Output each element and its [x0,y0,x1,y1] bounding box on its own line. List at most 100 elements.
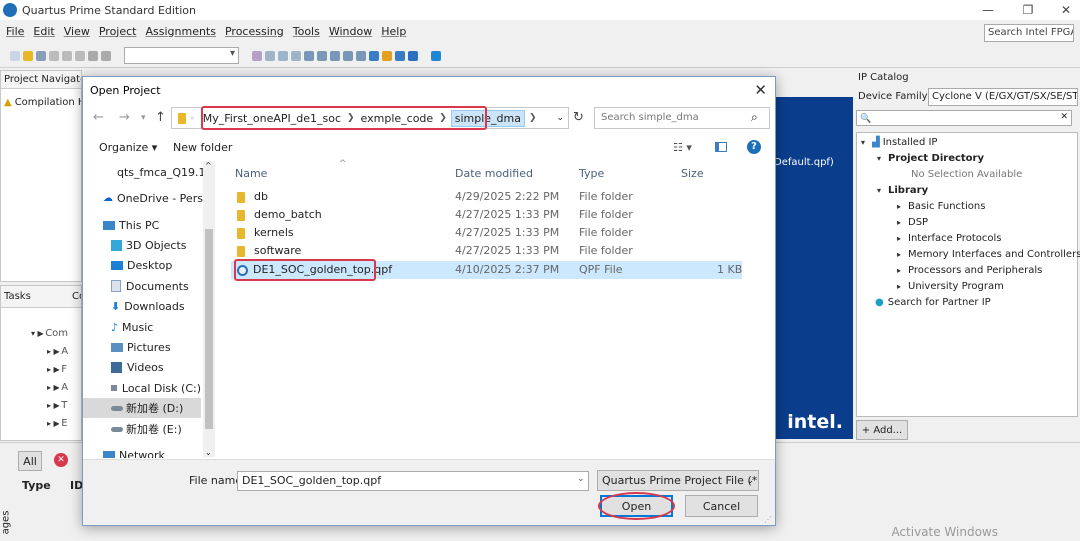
compile-icon[interactable] [252,50,262,61]
compilation-hierarchy-item[interactable]: ▲ Compilation H [4,93,81,111]
address-dropdown-icon[interactable]: ⌄ [556,113,564,123]
platform-designer-icon[interactable] [408,50,418,61]
menu-view[interactable]: View [64,25,90,38]
programmer-icon[interactable] [382,50,392,61]
tree-item-interface-protocols[interactable]: ▸ Interface Protocols [897,230,1001,246]
file-row[interactable]: kernels 4/27/2025 1:33 PM File folder [231,224,742,242]
menu-window[interactable]: Window [329,25,372,38]
open-file-icon[interactable] [23,50,33,61]
nav-item-drive-e[interactable]: 新加卷 (E:) [83,419,201,439]
nav-item-local-disk-c[interactable]: Local Disk (C:) [83,378,201,398]
folder-search-input[interactable]: Search simple_dma [594,107,770,129]
error-filter-icon[interactable]: ✕ [54,453,68,467]
undo-icon[interactable] [88,50,98,61]
project-revision-combo[interactable] [124,47,239,64]
dialog-close-button[interactable]: ✕ [754,81,767,99]
nav-item-videos[interactable]: Videos [83,357,201,377]
save-icon[interactable] [36,50,46,61]
pin-planner-icon[interactable] [291,50,301,61]
organize-button[interactable]: Organize ▾ [99,141,157,154]
maximize-button[interactable]: ❐ [1008,0,1048,20]
nav-item-3d-objects[interactable]: 3D Objects [83,235,201,255]
scroll-up-icon[interactable]: ^ [205,161,212,170]
tree-item-installed-ip[interactable]: ▾ ▟ Installed IP [861,134,937,150]
ip-catalog-icon[interactable] [395,50,405,61]
settings-icon[interactable] [278,50,288,61]
size-column-header[interactable]: Size [681,167,704,180]
tree-item-memory-interfaces[interactable]: ▸ Memory Interfaces and Controllers [897,246,1080,262]
paste-icon[interactable] [75,50,85,61]
task-row[interactable]: ▾ ▶ Com [31,324,68,342]
nav-item-onedrive[interactable]: ☁ OneDrive - Person [83,188,215,208]
tree-item-university-program[interactable]: ▸ University Program [897,278,1004,294]
tree-item-dsp[interactable]: ▸ DSP [897,214,928,230]
clear-search-icon[interactable]: ✕ [1060,112,1068,122]
timing-icon[interactable] [343,50,353,61]
task-row[interactable]: ▸ ▶ A [47,342,68,360]
navigation-scroll-thumb[interactable] [205,229,213,429]
file-type-select[interactable]: Quartus Prime Project File (*.qp ⌄ [597,470,759,491]
nav-item-qts-fmca[interactable]: qts_fmca_Q19.1_ [83,162,211,182]
date-column-header[interactable]: Date modified [455,167,533,180]
file-row[interactable]: software 4/27/2025 1:33 PM File folder [231,242,742,260]
task-row[interactable]: ▸ ▶ F [47,360,67,378]
file-name-input[interactable]: DE1_SOC_golden_top.qpf [237,471,589,491]
resize-grip-icon[interactable]: ⋰ [764,515,772,524]
copy-icon[interactable] [62,50,72,61]
name-column-header[interactable]: Name [235,167,267,180]
forward-arrow-icon[interactable]: → [119,110,130,125]
add-ip-button[interactable]: + Add... [856,420,908,440]
nav-item-drive-d[interactable]: 新加卷 (D:) [83,398,201,418]
help-bubble-icon[interactable] [431,50,441,61]
menu-tools[interactable]: Tools [293,25,320,38]
minimize-button[interactable]: — [968,0,1008,20]
file-name-dropdown-icon[interactable]: ⌄ [577,474,585,484]
view-options-icon[interactable]: ☷ ▾ [673,141,692,154]
messages-side-tab[interactable]: ages [0,511,11,535]
scroll-down-icon[interactable]: ⌄ [205,448,212,457]
tree-item-partner-ip[interactable]: ● Search for Partner IP [875,294,991,310]
recent-locations-icon[interactable]: ▾ [141,113,146,123]
nav-item-desktop[interactable]: Desktop [83,255,201,275]
menu-file[interactable]: File [6,25,24,38]
filter-all-button[interactable]: All [18,451,42,471]
type-column-header[interactable]: Type [579,167,604,180]
start-compilation-icon[interactable] [304,50,314,61]
file-row[interactable]: db 4/29/2025 2:22 PM File folder [231,188,742,206]
redo-icon[interactable] [101,50,111,61]
preview-pane-icon[interactable] [715,142,727,152]
navigation-scrollbar[interactable]: ^ ⌄ [203,161,215,457]
play-icon[interactable] [317,50,327,61]
chip-planner-icon[interactable] [369,50,379,61]
task-row[interactable]: ▸ ▶ A [47,378,68,396]
close-button[interactable]: ✕ [1046,0,1080,20]
tree-item-basic-functions[interactable]: ▸ Basic Functions [897,198,985,214]
tree-item-library[interactable]: ▾ Library [877,182,928,198]
task-row[interactable]: ▸ ▶ T [47,396,67,414]
menu-project[interactable]: Project [99,25,137,38]
nav-item-music[interactable]: ♪ Music [83,317,201,337]
cut-icon[interactable] [49,50,59,61]
new-folder-button[interactable]: New folder [173,141,232,154]
menu-help[interactable]: Help [381,25,406,38]
tree-item-processors-peripherals[interactable]: ▸ Processors and Peripherals [897,262,1042,278]
nav-item-downloads[interactable]: ⬇ Downloads [83,296,201,316]
back-arrow-icon[interactable]: ← [93,110,104,125]
new-file-icon[interactable] [10,50,20,61]
file-row[interactable]: demo_batch 4/27/2025 1:33 PM File folder [231,206,742,224]
analyze-icon[interactable] [330,50,340,61]
menu-edit[interactable]: Edit [33,25,54,38]
nav-item-network[interactable]: Network [83,445,201,458]
ip-search-input[interactable]: 🔍 ✕ [856,110,1072,126]
cancel-button[interactable]: Cancel [685,495,758,517]
nav-item-documents[interactable]: Documents [83,276,201,296]
tree-item-project-directory[interactable]: ▾ Project Directory [877,150,984,166]
up-arrow-icon[interactable]: ↑ [155,110,166,125]
analysis-icon[interactable] [265,50,275,61]
help-icon[interactable]: ? [747,140,761,154]
device-family-select[interactable]: Cyclone V (E/GX/GT/SX/SE/ST) [928,88,1078,106]
search-intel-fpga-input[interactable]: Search Intel FPGA [984,24,1074,42]
nav-item-this-pc[interactable]: This PC [83,215,201,235]
refresh-icon[interactable]: ↻ [573,110,584,125]
rtl-viewer-icon[interactable] [356,50,366,61]
